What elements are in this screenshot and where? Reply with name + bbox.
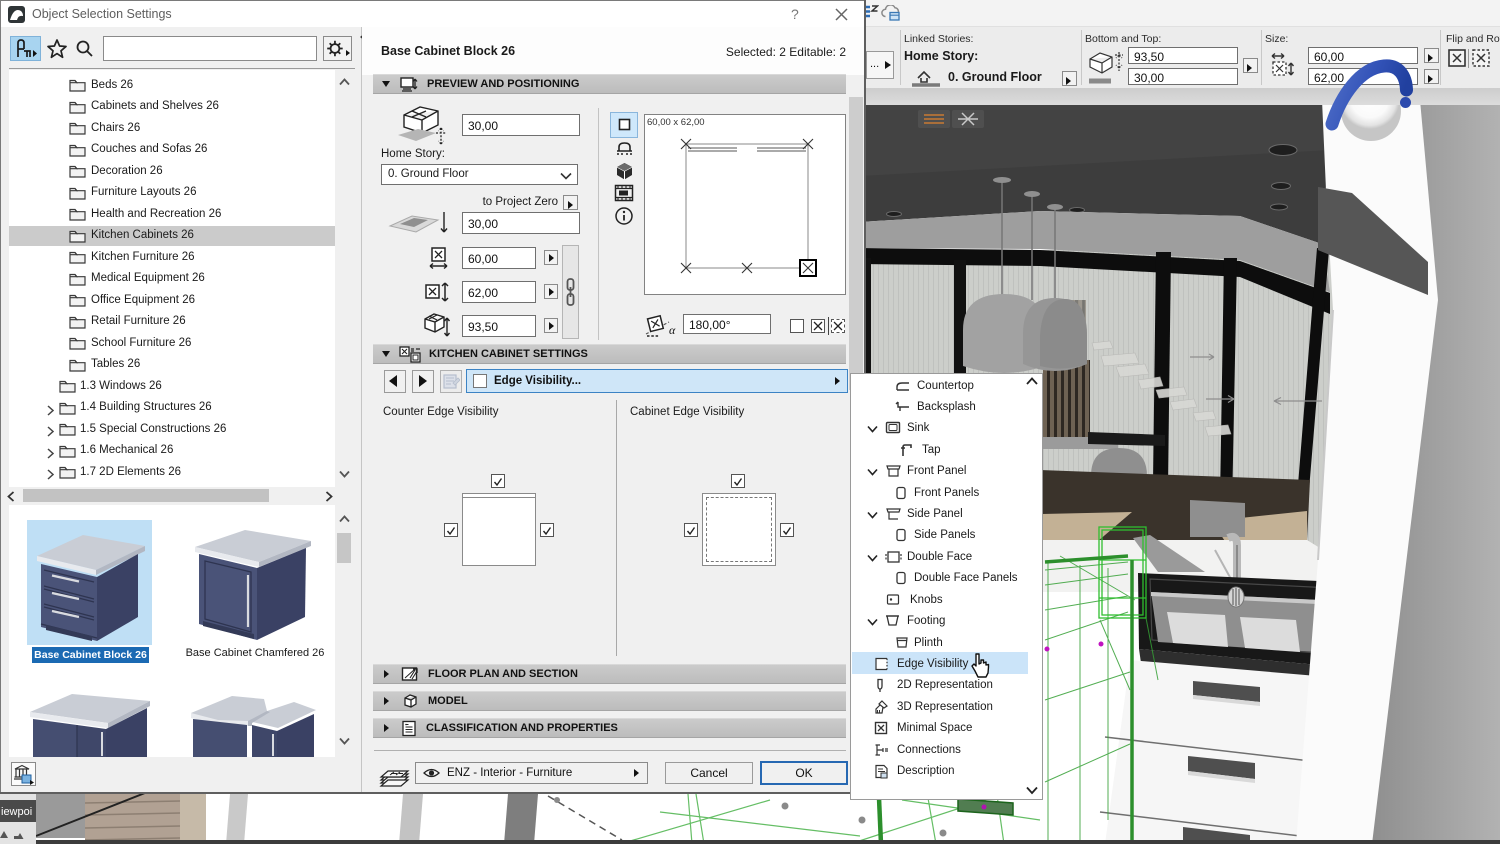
svg-text:α: α — [669, 323, 676, 337]
svg-text:iewpoi: iewpoi — [1, 806, 32, 818]
svg-text:60,00 x 62,00: 60,00 x 62,00 — [647, 117, 705, 128]
